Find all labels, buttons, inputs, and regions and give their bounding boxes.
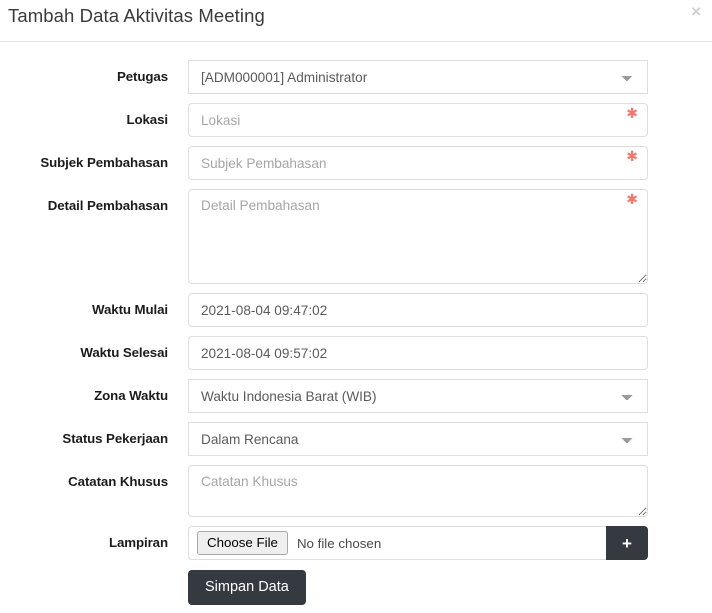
petugas-select[interactable]: [ADM000001] Administrator	[188, 60, 648, 94]
label-zona-waktu: Zona Waktu	[94, 388, 168, 403]
choose-file-button[interactable]: Choose File	[197, 531, 288, 555]
label-submit-spacer	[0, 570, 168, 579]
zona-waktu-select[interactable]: Waktu Indonesia Barat (WIB)	[188, 379, 648, 413]
field-wrap-zona-waktu: Waktu Indonesia Barat (WIB)	[188, 379, 648, 413]
status-pekerjaan-select[interactable]: Dalam Rencana	[188, 422, 648, 456]
form-row-lampiran: Lampiran Choose File No file chosen +	[0, 526, 712, 560]
save-button[interactable]: Simpan Data	[188, 570, 306, 606]
form-row-detail-pembahasan: Detail Pembahasan ✱	[0, 189, 712, 284]
meeting-activity-form: Petugas [ADM000001] Administrator Lokasi…	[0, 42, 712, 606]
label-detail-pembahasan: Detail Pembahasan	[47, 198, 168, 213]
label-status-pekerjaan: Status Pekerjaan	[62, 431, 168, 446]
form-row-zona-waktu: Zona Waktu Waktu Indonesia Barat (WIB)	[0, 379, 712, 413]
field-wrap-petugas: [ADM000001] Administrator	[188, 60, 648, 94]
form-row-waktu-selesai: Waktu Selesai	[0, 336, 712, 370]
label-petugas: Petugas	[116, 69, 168, 84]
label-subjek-pembahasan: Subjek Pembahasan	[40, 155, 168, 170]
field-wrap-subjek-pembahasan: ✱	[188, 146, 648, 180]
add-attachment-button[interactable]: +	[606, 526, 648, 560]
form-row-submit: Simpan Data	[0, 570, 712, 606]
catatan-khusus-textarea[interactable]	[188, 465, 648, 517]
field-wrap-catatan-khusus	[188, 465, 648, 517]
form-row-lokasi: Lokasi ✱	[0, 103, 712, 137]
form-row-subjek-pembahasan: Subjek Pembahasan ✱	[0, 146, 712, 180]
label-lokasi: Lokasi	[126, 112, 168, 127]
detail-pembahasan-textarea[interactable]	[188, 189, 648, 284]
lampiran-file-input[interactable]: Choose File No file chosen	[188, 526, 606, 560]
field-wrap-lokasi: ✱	[188, 103, 648, 137]
label-catatan-khusus: Catatan Khusus	[68, 474, 168, 489]
modal-header: Tambah Data Aktivitas Meeting ×	[0, 0, 712, 42]
field-wrap-waktu-mulai	[188, 293, 648, 327]
file-name-text: No file chosen	[296, 535, 382, 551]
form-row-status-pekerjaan: Status Pekerjaan Dalam Rencana	[0, 422, 712, 456]
subjek-pembahasan-input[interactable]	[188, 146, 648, 180]
form-row-waktu-mulai: Waktu Mulai	[0, 293, 712, 327]
page-title: Tambah Data Aktivitas Meeting	[8, 5, 265, 26]
close-icon[interactable]: ×	[687, 1, 705, 22]
field-wrap-lampiran: Choose File No file chosen +	[188, 526, 648, 560]
waktu-selesai-input[interactable]	[188, 336, 648, 370]
field-wrap-waktu-selesai	[188, 336, 648, 370]
lokasi-input[interactable]	[188, 103, 648, 137]
label-lampiran: Lampiran	[108, 535, 168, 550]
field-wrap-submit: Simpan Data	[188, 570, 648, 606]
waktu-mulai-input[interactable]	[188, 293, 648, 327]
field-wrap-detail-pembahasan: ✱	[188, 189, 648, 284]
form-row-petugas: Petugas [ADM000001] Administrator	[0, 60, 712, 94]
field-wrap-status-pekerjaan: Dalam Rencana	[188, 422, 648, 456]
label-waktu-mulai: Waktu Mulai	[92, 302, 168, 317]
form-row-catatan-khusus: Catatan Khusus	[0, 465, 712, 517]
label-waktu-selesai: Waktu Selesai	[80, 345, 168, 360]
